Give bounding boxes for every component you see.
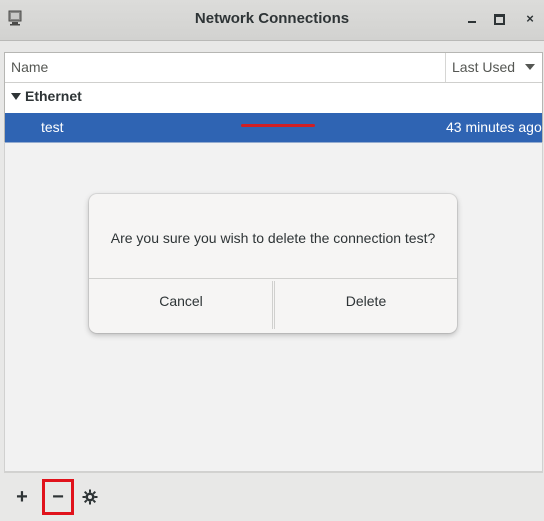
add-connection-button[interactable]: + xyxy=(8,480,36,514)
gear-icon xyxy=(82,489,98,505)
title-bar: Network Connections × xyxy=(0,0,544,41)
minimize-button[interactable] xyxy=(462,9,482,29)
cancel-button[interactable]: Cancel xyxy=(89,279,273,333)
maximize-button[interactable] xyxy=(489,9,509,29)
minimize-icon xyxy=(468,21,476,23)
settings-button[interactable] xyxy=(76,480,104,514)
sort-down-icon[interactable] xyxy=(525,64,535,70)
delete-button[interactable]: Delete xyxy=(275,279,457,333)
expander-down-icon[interactable] xyxy=(11,93,21,100)
remove-connection-button[interactable]: − xyxy=(42,479,74,515)
connection-name: test xyxy=(41,119,64,135)
maximize-icon xyxy=(493,14,505,25)
bottom-toolbar: + − xyxy=(4,472,543,521)
column-header: Name Last Used xyxy=(5,53,542,83)
column-name-header[interactable]: Name xyxy=(11,59,48,75)
group-row-ethernet[interactable]: Ethernet xyxy=(5,84,542,110)
dialog-message: Are you sure you wish to delete the conn… xyxy=(110,230,436,246)
delete-confirmation-dialog: Are you sure you wish to delete the conn… xyxy=(89,194,457,333)
close-button[interactable]: × xyxy=(520,9,540,29)
connection-row-test[interactable]: test 43 minutes ago xyxy=(5,113,542,143)
delete-highlight-underline xyxy=(241,124,315,127)
group-label: Ethernet xyxy=(25,88,82,104)
connection-last-used: 43 minutes ago xyxy=(446,119,542,135)
